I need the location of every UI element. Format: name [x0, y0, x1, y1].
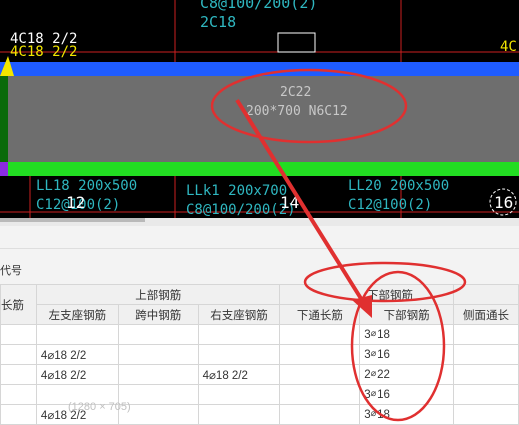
- bar-count: 3: [364, 389, 371, 401]
- cell-bottom-through[interactable]: [279, 344, 361, 365]
- top-rebar-label: 2C18: [200, 13, 237, 31]
- image-size-watermark: (1280 × 705): [68, 401, 131, 413]
- steel-grade-icon: ⌀: [370, 328, 377, 338]
- column-strip: [0, 76, 8, 162]
- steel-grade-icon: ⌀: [370, 408, 377, 418]
- col-header-mid-span: 跨中钢筋: [117, 304, 199, 325]
- cell-bottom-through[interactable]: [279, 384, 361, 405]
- beam-rebar-label: 2C22: [280, 85, 312, 100]
- axis-label-12: 12: [66, 193, 86, 212]
- cell-bottom-through[interactable]: [279, 324, 361, 345]
- cell-side-through[interactable]: [453, 384, 519, 405]
- cell-side-through[interactable]: [453, 364, 519, 385]
- cell-bottom-steel[interactable]: 3⌀16: [359, 384, 455, 405]
- blue-beam-band: [0, 62, 519, 76]
- steel-grade-icon: ⌀: [370, 388, 377, 398]
- cell-through[interactable]: [0, 324, 37, 345]
- col-header-right-support: 右支座钢筋: [197, 304, 281, 325]
- cell-bottom-steel[interactable]: 3⌀18: [359, 404, 455, 425]
- steel-grade-icon: ⌀: [370, 348, 377, 358]
- cell-through[interactable]: [0, 344, 37, 365]
- cell-bottom-through[interactable]: [279, 364, 361, 385]
- beam-spec-label: 200*700 N6C12: [246, 104, 348, 119]
- cell-side-through[interactable]: [453, 404, 519, 425]
- right-rebar-label: 4C: [500, 39, 517, 55]
- cell-bottom-steel[interactable]: 3⌀18: [359, 324, 455, 345]
- cell-left-support[interactable]: [35, 324, 119, 345]
- bar-diameter: 18: [377, 409, 390, 421]
- cell-mid-span[interactable]: [117, 364, 199, 385]
- cell-side-through[interactable]: [453, 324, 519, 345]
- beam-label-ll18: LL18 200x500: [36, 178, 138, 194]
- bar-diameter: 16: [377, 349, 390, 361]
- table-row[interactable]: 4⌀18 2/2 3⌀16: [0, 344, 519, 365]
- cell-right-support[interactable]: [197, 324, 281, 345]
- col-header-through: 长筋: [0, 284, 37, 325]
- stirrup-label-ll20: C12@100(2): [348, 197, 433, 213]
- cell-bottom-through[interactable]: [279, 404, 361, 425]
- rebar-table-panel: 代号 长筋 上部钢筋 下部钢筋 左支座钢筋 跨中钢筋 右支座钢筋 下通长筋 下部…: [0, 218, 519, 425]
- bar-diameter: 22: [377, 369, 390, 381]
- bar-diameter: 18: [377, 329, 390, 341]
- cell-through[interactable]: [0, 384, 37, 405]
- cell-right-support[interactable]: [197, 404, 281, 425]
- group-header-blank: [453, 284, 519, 305]
- scrollbar-thumb[interactable]: [0, 218, 145, 222]
- code-label: 代号: [0, 265, 22, 277]
- cell-through[interactable]: [0, 364, 37, 385]
- cell-mid-span[interactable]: [117, 344, 199, 365]
- steel-grade-icon: ⌀: [370, 368, 377, 378]
- column-strip: [0, 162, 8, 176]
- selected-beam[interactable]: [8, 76, 519, 162]
- group-header-lower: 下部钢筋: [279, 284, 455, 305]
- cell-bottom-steel[interactable]: 2⌀22: [359, 364, 455, 385]
- group-header-upper: 上部钢筋: [35, 284, 281, 305]
- cell-left-support[interactable]: 4⌀18 2/2: [35, 344, 119, 365]
- axis-label-14: 14: [280, 193, 300, 212]
- table-row[interactable]: 3⌀18: [0, 324, 519, 345]
- cell-right-support[interactable]: 4⌀18 2/2: [197, 364, 281, 385]
- left-rebar-label-2: 4C18 2/2: [10, 44, 78, 60]
- cell-bottom-steel[interactable]: 3⌀16: [359, 344, 455, 365]
- bar-count: 2: [364, 369, 371, 381]
- bar-diameter: 16: [377, 389, 390, 401]
- col-header-bottom-steel: 下部钢筋: [359, 304, 455, 325]
- green-beam-band: [8, 162, 519, 176]
- cell-right-support[interactable]: [197, 384, 281, 405]
- table-row[interactable]: 4⌀18 2/2 4⌀18 2/2 2⌀22: [0, 364, 519, 385]
- beam-label-ll20: LL20 200x500: [348, 178, 450, 194]
- cell-left-support[interactable]: 4⌀18 2/2: [35, 364, 119, 385]
- beam-label-llk1: LLk1 200x700: [186, 183, 288, 199]
- bar-count: 3: [364, 409, 371, 421]
- cell-through[interactable]: [0, 404, 37, 425]
- cad-canvas[interactable]: C8@100/200(2) 2C18 4C18 2/2 4C18 2/2 4C …: [0, 0, 519, 218]
- cell-right-support[interactable]: [197, 344, 281, 365]
- axis-label-16: 16: [494, 193, 514, 212]
- col-header-left-support: 左支座钢筋: [35, 304, 119, 325]
- bar-count: 3: [364, 349, 371, 361]
- bar-count: 3: [364, 329, 371, 341]
- cell-side-through[interactable]: [453, 344, 519, 365]
- col-header-side-through: 侧面通长: [453, 304, 519, 325]
- selection-box[interactable]: [277, 32, 316, 53]
- cell-mid-span[interactable]: [117, 324, 199, 345]
- horizontal-scrollbar[interactable]: [0, 218, 519, 226]
- col-header-bottom-through: 下通长筋: [279, 304, 361, 325]
- toolbar-row: [0, 226, 519, 249]
- top-stirrup-label: C8@100/200(2): [200, 0, 318, 12]
